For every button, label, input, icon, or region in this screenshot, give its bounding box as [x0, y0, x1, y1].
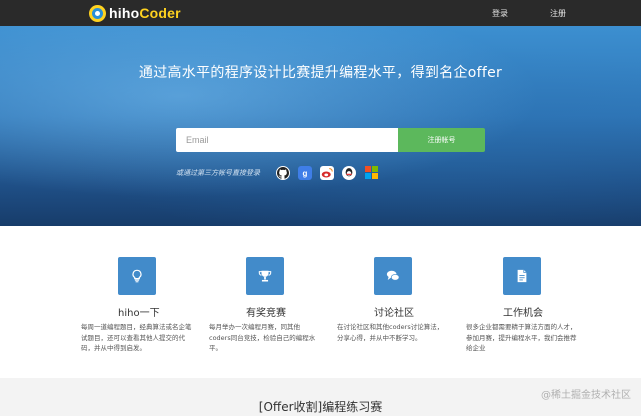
feature-title: 讨论社区 — [374, 308, 414, 319]
social-login-icons: g — [276, 166, 378, 180]
github-icon[interactable] — [276, 166, 290, 180]
features-section: hiho一下 每周一道编程题目，经典算法或名企笔试题目，还可以查看其他人提交的代… — [0, 226, 641, 378]
site-logo[interactable]: hihoCoder — [89, 4, 181, 22]
weibo-icon[interactable] — [320, 166, 334, 180]
register-link[interactable]: 注册 — [550, 8, 566, 19]
login-link[interactable]: 登录 — [492, 8, 508, 19]
hero-section: 通过高水平的程序设计比赛提升编程水平，得到名企offer 注册帐号 或通过第三方… — [0, 26, 641, 226]
feature-title: 工作机会 — [503, 308, 543, 319]
third-party-login: 或通过第三方帐号直接登录 g — [176, 165, 378, 181]
lightbulb-icon[interactable] — [118, 257, 156, 295]
third-party-label: 或通过第三方帐号直接登录 — [176, 169, 260, 177]
trophy-icon[interactable] — [246, 257, 284, 295]
contest-section: @稀土掘金技术社区 [Offer收割]编程练习赛 — [0, 378, 641, 416]
logo-text-prefix: hiho — [109, 5, 140, 21]
signup-button[interactable]: 注册帐号 — [398, 128, 485, 152]
feature-desc: 每周一道编程题目，经典算法或名企笔试题目，还可以查看其他人提交的代码，并从中得到… — [81, 323, 192, 352]
microsoft-icon[interactable] — [364, 166, 378, 180]
feature-title: hiho一下 — [118, 308, 160, 319]
logo-text-suffix: Coder — [139, 5, 181, 21]
hero-title: 通过高水平的程序设计比赛提升编程水平，得到名企offer — [138, 65, 503, 81]
feature-desc: 很多企业都需要精于算法方面的人才，参加月赛，提升编程水平，我们会推荐给企业 — [466, 323, 577, 352]
top-navbar: hihoCoder 登录 注册 — [0, 0, 641, 26]
chat-icon[interactable] — [374, 257, 412, 295]
document-icon[interactable] — [503, 257, 541, 295]
email-input[interactable] — [176, 128, 398, 152]
google-icon[interactable]: g — [298, 166, 312, 180]
feature-desc: 在讨论社区和其他coders讨论算法，分享心得，并从中不断学习。 — [337, 323, 444, 342]
logo-text: hihoCoder — [109, 5, 181, 21]
signup-form: 注册帐号 — [176, 128, 485, 152]
contest-title[interactable]: [Offer收割]编程练习赛 — [0, 398, 641, 415]
feature-desc: 每月举办一次编程月赛，同其他coders同台竞技，检验自己的编程水平。 — [209, 323, 316, 352]
qq-icon[interactable] — [342, 166, 356, 180]
feature-title: 有奖竞赛 — [246, 308, 286, 319]
logo-icon — [89, 4, 106, 22]
